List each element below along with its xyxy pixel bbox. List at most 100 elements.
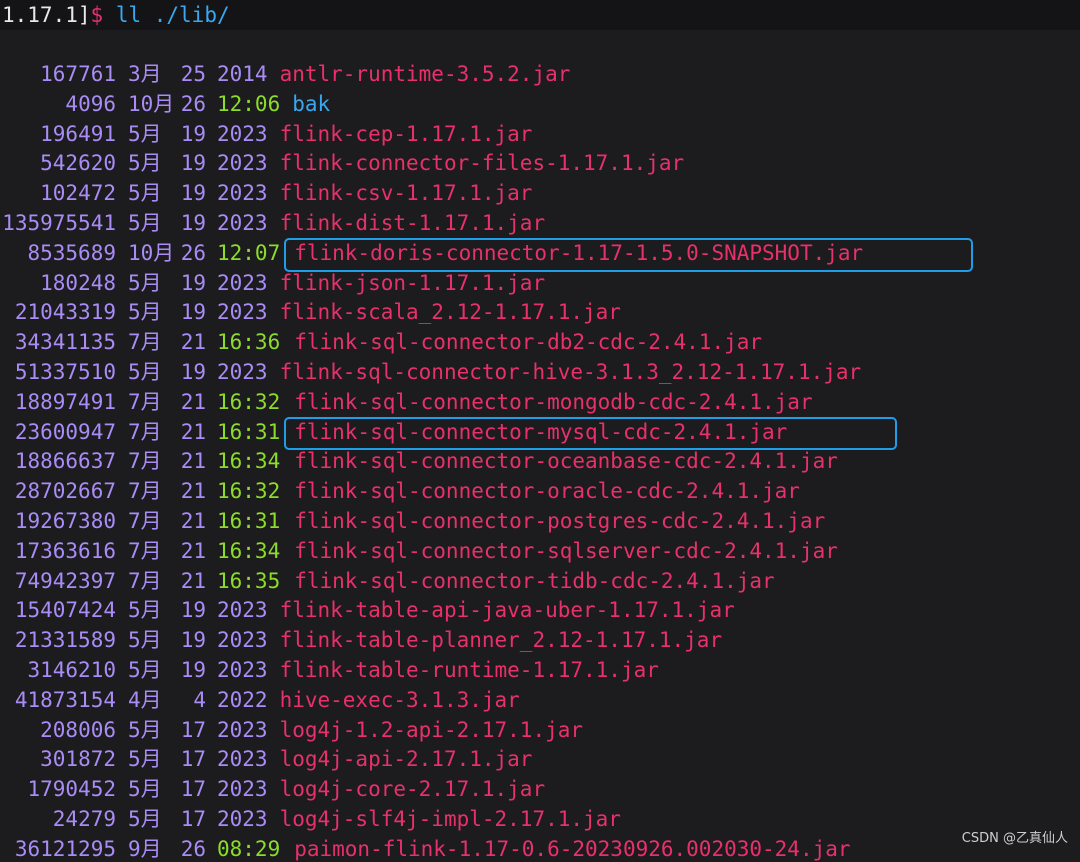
file-row: 19267380 7月 21 16:31 flink-sql-connector-pos… xyxy=(0,507,1080,537)
file-name: flink-sql-connector-sqlserver-cdc-2.4.1.… xyxy=(294,538,838,563)
prompt-command: ll ./lib/ xyxy=(103,3,230,27)
file-size: 34341135 xyxy=(14,330,116,355)
file-day: 21 xyxy=(180,330,206,355)
file-month: 3月 xyxy=(128,62,162,86)
file-day: 21 xyxy=(180,449,206,474)
file-row: 18897491 7月 21 16:32 flink-sql-connector-mon… xyxy=(0,388,1080,418)
file-row: 28702667 7月 21 16:32 flink-sql-connector-ora… xyxy=(0,477,1080,507)
file-row: 21331589 5月 19 2023 flink-table-planner_2.12… xyxy=(0,626,1080,656)
file-row: 301872 5月 17 2023 log4j-api-2.17.1.jar xyxy=(0,745,1080,775)
file-day: 26 xyxy=(180,91,206,116)
file-row: 208006 5月 17 2023 log4j-1.2-api-2.17.1.jar xyxy=(0,716,1080,746)
file-time: 2023 xyxy=(217,181,268,206)
file-time: 2023 xyxy=(217,300,268,325)
file-row: 21043319 5月 19 2023 flink-scala_2.12-1.17.1.… xyxy=(0,298,1080,328)
file-size: 102472 xyxy=(40,181,116,206)
file-day: 19 xyxy=(180,151,206,176)
file-time: 2023 xyxy=(217,806,268,831)
file-time: 2023 xyxy=(217,717,268,742)
file-time: 16:32 xyxy=(217,389,281,414)
file-name: flink-table-runtime-1.17.1.jar xyxy=(279,657,659,682)
file-time: 2023 xyxy=(217,777,268,802)
file-size: 3146210 xyxy=(27,657,116,682)
terminal-window[interactable]: 1.17.1]$ ll ./lib/ 167761 3月 25 2014 antlr-r… xyxy=(0,0,1080,862)
prompt-line: 1.17.1]$ ll ./lib/ xyxy=(0,0,1080,30)
file-row: 15407424 5月 19 2023 flink-table-api-java-ube… xyxy=(0,596,1080,626)
file-day: 17 xyxy=(180,717,206,742)
file-size: 1790452 xyxy=(27,777,116,802)
file-time: 12:07 xyxy=(217,240,281,265)
file-time: 16:31 xyxy=(217,419,281,444)
file-month: 5月 xyxy=(128,598,162,623)
file-row: 74942397 7月 21 16:35 flink-sql-connector-tid… xyxy=(0,567,1080,597)
file-size: 18897491 xyxy=(14,389,116,414)
file-day: 21 xyxy=(180,419,206,444)
file-month: 7月 xyxy=(128,568,162,593)
file-day: 26 xyxy=(180,240,206,265)
file-time: 2023 xyxy=(217,598,268,623)
file-size: 542620 xyxy=(40,151,116,176)
file-month: 7月 xyxy=(128,449,162,474)
file-size: 180248 xyxy=(40,270,116,295)
file-month: 5月 xyxy=(128,777,162,802)
file-month: 10月 xyxy=(128,91,175,116)
file-time: 16:36 xyxy=(217,330,281,355)
file-row: 4096 10月 26 12:06 bak xyxy=(0,90,1080,120)
file-month: 5月 xyxy=(128,717,162,742)
file-size: 18866637 xyxy=(14,449,116,474)
file-month: 5月 xyxy=(128,300,162,325)
file-name: flink-sql-connector-mongodb-cdc-2.4.1.ja… xyxy=(294,389,813,414)
file-name: log4j-api-2.17.1.jar xyxy=(279,747,533,772)
file-day: 17 xyxy=(180,806,206,831)
file-month: 7月 xyxy=(128,538,162,563)
file-name: flink-connector-files-1.17.1.jar xyxy=(279,151,685,176)
file-time: 2023 xyxy=(217,121,268,146)
file-size: 23600947 xyxy=(14,419,116,444)
file-size: 21043319 xyxy=(14,300,116,325)
file-row: 196491 5月 19 2023 flink-cep-1.17.1.jar xyxy=(0,120,1080,150)
file-day: 17 xyxy=(180,777,206,802)
file-day: 19 xyxy=(180,359,206,384)
file-name: flink-sql-connector-tidb-cdc-2.4.1.jar xyxy=(294,568,775,593)
file-name: flink-dist-1.17.1.jar xyxy=(279,210,546,235)
file-month: 5月 xyxy=(128,359,162,384)
file-month: 5月 xyxy=(128,657,162,682)
file-row: 542620 5月 19 2023 flink-connector-files-1.17… xyxy=(0,149,1080,179)
file-month: 7月 xyxy=(128,508,162,533)
file-time: 16:34 xyxy=(217,538,281,563)
file-size: 15407424 xyxy=(14,598,116,623)
file-time: 2023 xyxy=(217,628,268,653)
file-row: 18866637 7月 21 16:34 flink-sql-connector-oce… xyxy=(0,447,1080,477)
file-name: flink-sql-connector-oracle-cdc-2.4.1.jar xyxy=(294,479,800,504)
file-day: 21 xyxy=(180,538,206,563)
file-row: 102472 5月 19 2023 flink-csv-1.17.1.jar xyxy=(0,179,1080,209)
file-size: 51337510 xyxy=(14,359,116,384)
file-row: 180248 5月 19 2023 flink-json-1.17.1.jar xyxy=(0,269,1080,299)
file-month: 7月 xyxy=(128,419,162,444)
watermark: CSDN @乙真仙人 xyxy=(961,831,1068,847)
file-size: 36121295 xyxy=(14,836,116,861)
file-day: 19 xyxy=(180,210,206,235)
file-size: 74942397 xyxy=(14,568,116,593)
file-day: 19 xyxy=(180,121,206,146)
file-size: 17363616 xyxy=(14,538,116,563)
file-name: flink-sql-connector-oceanbase-cdc-2.4.1.… xyxy=(294,449,838,474)
file-row: 23600947 7月 21 16:31 flink-sql-connector-mys… xyxy=(0,418,1080,448)
file-size: 301872 xyxy=(40,747,116,772)
file-month: 5月 xyxy=(128,628,162,653)
file-day: 19 xyxy=(180,628,206,653)
file-time: 2022 xyxy=(217,687,268,712)
file-name: flink-sql-connector-hive-3.1.3_2.12-1.17… xyxy=(279,359,862,384)
file-time: 2014 xyxy=(217,62,268,86)
file-name: flink-scala_2.12-1.17.1.jar xyxy=(279,300,621,325)
file-name: flink-json-1.17.1.jar xyxy=(279,270,546,295)
file-time: 16:35 xyxy=(217,568,281,593)
file-day: 19 xyxy=(180,181,206,206)
file-time: 08:29 xyxy=(217,836,281,861)
directory-name: bak xyxy=(292,91,331,116)
file-time: 16:34 xyxy=(217,449,281,474)
file-size: 28702667 xyxy=(14,479,116,504)
file-day: 21 xyxy=(180,389,206,414)
file-row: 24279 5月 17 2023 log4j-slf4j-impl-2.17.1.jar xyxy=(0,805,1080,835)
file-row: 8535689 10月 26 12:07 flink-doris-connector-1… xyxy=(0,239,1080,269)
